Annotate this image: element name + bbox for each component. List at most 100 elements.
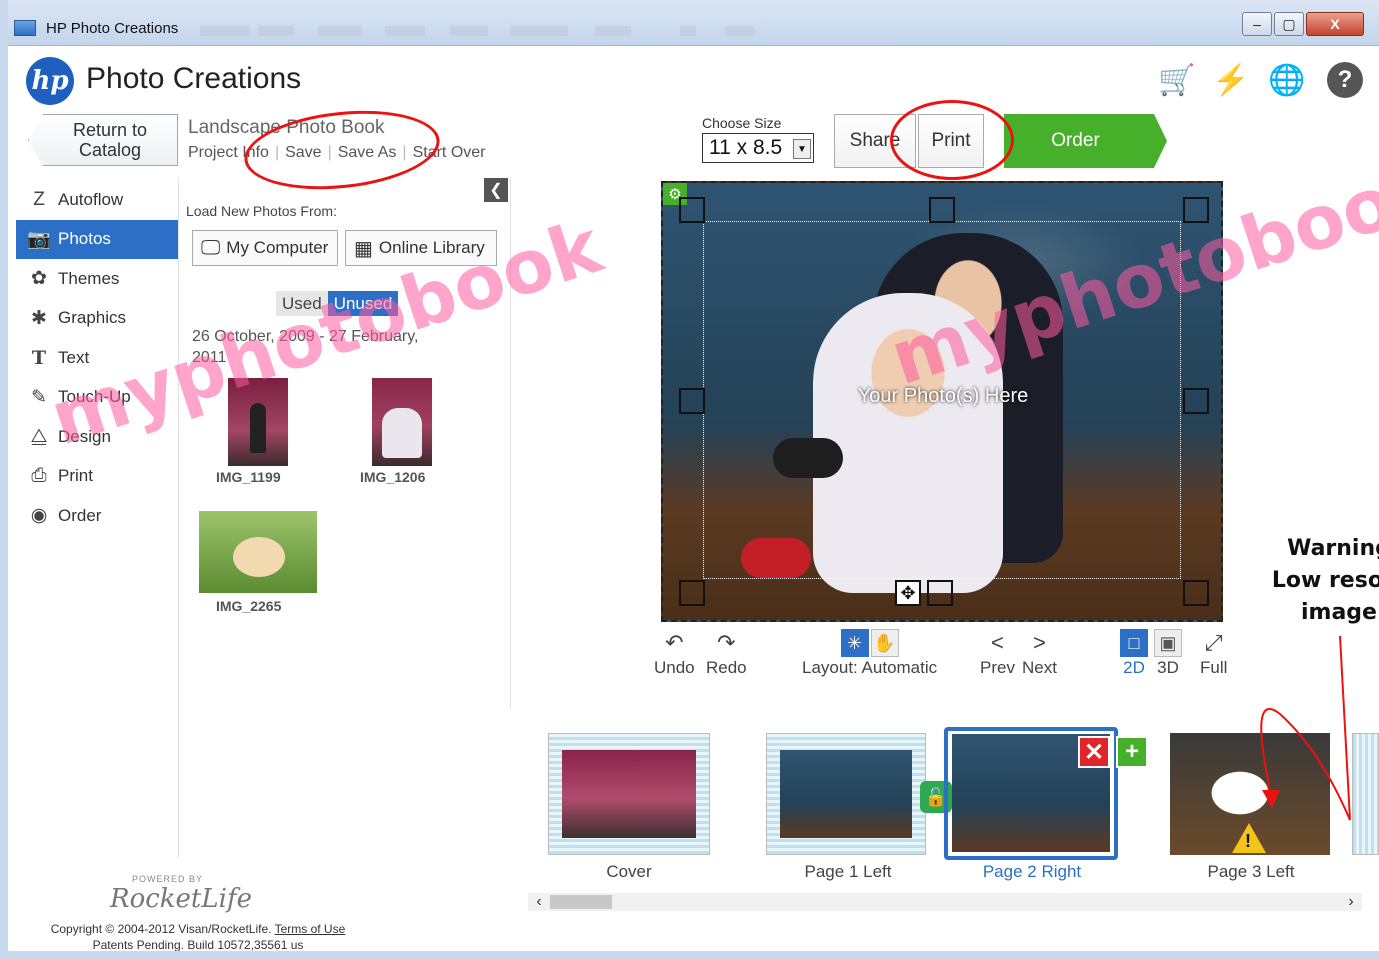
sidebar-item-print[interactable]: ⎙ Print: [16, 457, 178, 497]
prev-label: Prev: [980, 658, 1015, 677]
hand-icon[interactable]: ✋: [870, 629, 899, 657]
help-icon[interactable]: ?: [1326, 60, 1364, 100]
size-select[interactable]: 11 x 8.5 ▼: [702, 133, 814, 163]
redo-button[interactable]: ↷ Redo: [706, 628, 747, 678]
my-computer-button[interactable]: 🖵 My Computer: [192, 230, 338, 266]
warning-line: Warning: [1287, 536, 1379, 561]
page-label: Page 2 Right: [982, 862, 1082, 881]
view-2d-icon: □: [1120, 629, 1148, 657]
sidebar-item-label: Touch-Up: [58, 387, 131, 407]
undo-label: Undo: [654, 658, 695, 677]
resize-handle[interactable]: [927, 580, 953, 606]
themes-icon: ✿: [31, 268, 47, 290]
view-2d-button[interactable]: □ 2D: [1120, 628, 1148, 678]
brush-icon: ✎: [31, 386, 47, 408]
layout-control[interactable]: ✳ ✋ Layout: Automatic: [802, 628, 937, 678]
globe-icon[interactable]: 🌐: [1268, 60, 1306, 100]
magic-wand-icon[interactable]: ✳: [840, 629, 869, 657]
sidebar-divider: [178, 178, 179, 858]
sidebar-item-label: Design: [58, 426, 111, 446]
fullscreen-icon: ⤢: [1204, 630, 1223, 655]
brand-name: RocketLife: [110, 884, 252, 914]
cart-icon[interactable]: 🛒: [1158, 60, 1196, 100]
chevron-left-icon: <: [991, 630, 1004, 655]
photo-thumbnail[interactable]: [228, 378, 288, 466]
app-title: Photo Creations: [86, 62, 302, 95]
sidebar-item-photos[interactable]: 📷 Photos: [16, 219, 178, 259]
eye-icon: ◉: [30, 505, 48, 527]
annotation-arrow: [1260, 635, 1351, 821]
resize-handle[interactable]: [1183, 388, 1209, 414]
graphics-icon: ✱: [31, 307, 47, 329]
sidebar-item-text[interactable]: T Text: [16, 338, 178, 378]
printer-icon: ⎙: [31, 465, 47, 487]
app-window-icon: [14, 20, 36, 36]
sidebar-item-label: Photos: [58, 229, 111, 249]
page-canvas[interactable]: ⚙ ✥ Your Photo(s) Here: [661, 181, 1223, 622]
warning-line: Low resolu: [1271, 568, 1379, 593]
sidebar-item-themes[interactable]: ✿ Themes: [16, 259, 178, 299]
menu-ghost: [258, 26, 294, 36]
return-label: Return to Catalog: [72, 120, 148, 160]
add-page-icon[interactable]: +: [1116, 736, 1148, 768]
move-icon[interactable]: ✥: [895, 580, 921, 606]
sidebar-item-design[interactable]: ⧋ Design: [16, 417, 178, 457]
maximize-button[interactable]: ▢: [1274, 12, 1304, 36]
panel-divider: [510, 178, 511, 708]
close-button[interactable]: X: [1306, 12, 1364, 36]
photo-thumbnail[interactable]: [199, 511, 317, 593]
photo-thumbnail[interactable]: [372, 378, 432, 466]
date-range: 26 October, 2009 - 27 February, 2011: [192, 328, 419, 366]
resize-handle[interactable]: [679, 197, 705, 223]
resize-handle[interactable]: [679, 388, 705, 414]
delete-page-icon[interactable]: ✕: [1078, 736, 1110, 768]
minimize-button[interactable]: –: [1242, 12, 1272, 36]
design-icon: ⧋: [30, 425, 48, 447]
menu-ghost: [725, 26, 755, 36]
filmstrip-scrollbar[interactable]: ‹ ›: [528, 893, 1362, 911]
photo-placeholder-caption: Your Photo(s) Here: [857, 385, 1029, 407]
sidebar-item-touch-up[interactable]: ✎ Touch-Up: [16, 378, 178, 418]
redo-icon: ↷: [717, 630, 736, 655]
full-button[interactable]: ⤢ Full: [1200, 628, 1227, 678]
build-info: Patents Pending. Build 10572,35561 us: [92, 938, 304, 952]
scrollbar-thumb[interactable]: [550, 895, 612, 909]
next-button[interactable]: > Next: [1022, 628, 1057, 678]
view-3d-button[interactable]: ▣ 3D: [1154, 628, 1182, 678]
page-photo: [780, 750, 912, 838]
page-label: Page 3 Left: [1207, 862, 1295, 881]
page-photo: [562, 750, 696, 838]
camera-icon: 📷: [27, 229, 51, 251]
menu-ghost: [318, 26, 362, 36]
collapse-panel-button[interactable]: ❮: [484, 178, 508, 202]
menu-ghost: [680, 26, 696, 36]
lightning-icon[interactable]: ⚡: [1212, 60, 1250, 100]
rocketlife-logo: POWERED BY RocketLife: [110, 874, 252, 914]
terms-of-use-link[interactable]: Terms of Use: [275, 922, 346, 936]
online-library-button[interactable]: ▦ Online Library: [345, 230, 497, 266]
undo-button[interactable]: ↶ Undo: [654, 628, 695, 678]
sidebar-item-graphics[interactable]: ✱ Graphics: [16, 299, 178, 339]
unused-tab[interactable]: Unused: [327, 291, 399, 316]
page-label: Cover: [606, 862, 652, 881]
return-to-catalog-button[interactable]: Return to Catalog: [28, 114, 178, 166]
resize-handle[interactable]: [679, 580, 705, 606]
hp-logo: hp: [26, 57, 74, 105]
chevron-down-icon: ▼: [793, 139, 811, 159]
used-tab[interactable]: Used: [276, 291, 328, 316]
copyright-text: Copyright © 2004-2012 Visan/RocketLife.: [50, 922, 272, 936]
order-button[interactable]: Order: [1004, 114, 1167, 168]
autoflow-icon: Z: [33, 188, 45, 210]
thumbnail-label: IMG_1199: [216, 469, 281, 485]
scroll-left-icon[interactable]: ‹: [528, 893, 550, 911]
resize-handle[interactable]: [929, 197, 955, 223]
sidebar-item-autoflow[interactable]: Z Autoflow: [16, 180, 178, 220]
scroll-right-icon[interactable]: ›: [1340, 893, 1362, 911]
sidebar-item-order[interactable]: ◉ Order: [16, 496, 178, 536]
layout-label: Layout: Automatic: [802, 658, 938, 677]
resize-handle[interactable]: [1183, 580, 1209, 606]
monitor-icon: 🖵: [201, 236, 221, 259]
menu-ghost: [510, 26, 568, 36]
resize-handle[interactable]: [1183, 197, 1209, 223]
prev-button[interactable]: < Prev: [980, 628, 1015, 678]
